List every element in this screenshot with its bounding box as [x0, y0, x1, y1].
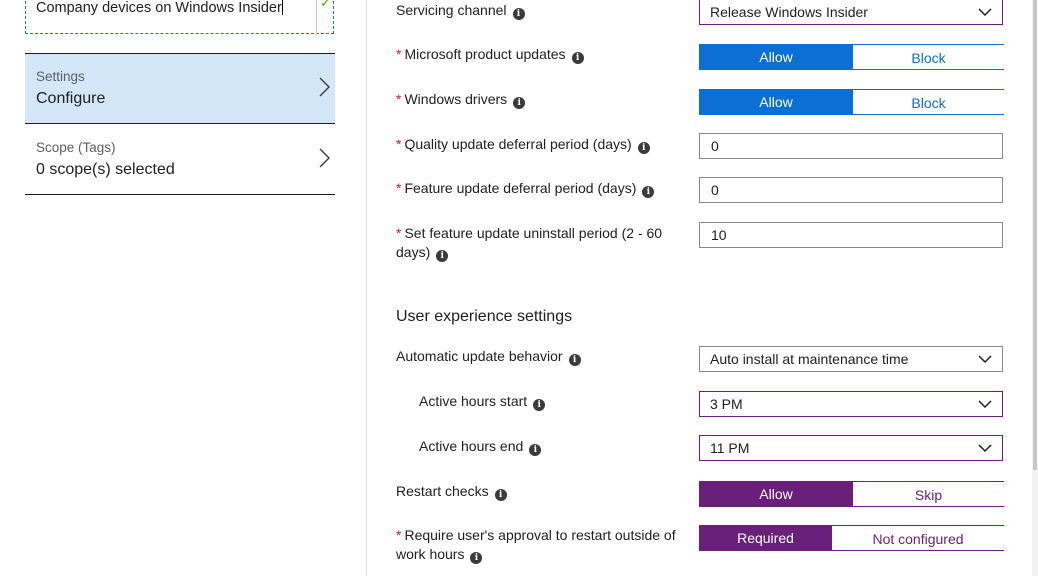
active-hours-start-value: 3 PM	[710, 396, 743, 412]
required-option[interactable]: Required	[699, 525, 832, 551]
feature-deferral-value: 0	[711, 182, 719, 198]
quality-deferral-value: 0	[711, 138, 719, 154]
info-icon[interactable]: i	[642, 186, 655, 198]
ms-product-updates-toggle: Allow Block	[699, 44, 1004, 70]
block-option[interactable]: Block	[853, 89, 1004, 115]
settings-label: Settings	[36, 69, 85, 84]
uninstall-period-label: * Set feature update uninstall period (2 …	[396, 225, 663, 262]
servicing-channel-label: Servicing channel i	[396, 1, 525, 20]
scrollbar-thumb[interactable]	[1033, 0, 1037, 470]
not-configured-option[interactable]: Not configured	[832, 525, 1004, 551]
chevron-down-icon	[978, 444, 992, 453]
ms-product-updates-label: * Microsoft product updates i	[396, 45, 584, 64]
chevron-down-icon	[978, 400, 992, 409]
info-icon[interactable]: i	[637, 142, 650, 154]
scope-tags-value: 0 scope(s) selected	[36, 161, 175, 178]
feature-deferral-label: * Feature update deferral period (days) i	[396, 179, 655, 198]
block-option[interactable]: Block	[853, 44, 1004, 70]
info-icon[interactable]: i	[529, 444, 542, 456]
info-icon[interactable]: i	[470, 552, 483, 564]
info-icon[interactable]: i	[571, 52, 584, 64]
info-icon[interactable]: i	[494, 489, 507, 501]
quality-deferral-input[interactable]: 0	[699, 133, 1003, 159]
active-hours-end-select[interactable]: 11 PM	[699, 435, 1003, 461]
scope-tags-label: Scope (Tags)	[36, 140, 116, 155]
ux-section-title: User experience settings	[396, 308, 573, 325]
active-hours-end-value: 11 PM	[710, 440, 750, 456]
settings-value: Configure	[36, 90, 106, 107]
uninstall-period-input[interactable]: 10	[699, 222, 1003, 248]
windows-drivers-label: * Windows drivers i	[396, 90, 526, 109]
require-approval-label: * Require user's approval to restart outs…	[396, 527, 676, 564]
active-hours-start-label: Active hours start i	[419, 392, 546, 411]
require-approval-toggle: Required Not configured	[699, 525, 1004, 551]
servicing-channel-select[interactable]: Release Windows Insider	[699, 0, 1003, 25]
settings-nav-item[interactable]: Settings Configure	[25, 54, 335, 124]
skip-option[interactable]: Skip	[853, 481, 1004, 507]
info-icon[interactable]: i	[513, 97, 526, 109]
chevron-down-icon	[978, 355, 992, 364]
scope-tags-nav-item[interactable]: Scope (Tags) 0 scope(s) selected	[25, 125, 335, 195]
uninstall-period-value: 10	[711, 227, 727, 243]
checkmark-icon: ✓	[320, 0, 331, 10]
scrollbar[interactable]	[1032, 0, 1038, 576]
profile-name-input[interactable]: Company devices on Windows Insider ✓	[25, 0, 334, 35]
auto-update-behavior-label: Automatic update behavior i	[396, 347, 581, 366]
profile-name-value: Company devices on Windows Insider	[36, 0, 283, 16]
active-hours-start-select[interactable]: 3 PM	[699, 391, 1003, 417]
info-icon[interactable]: i	[512, 8, 525, 20]
settings-blade: Company devices on Windows Insider ✓ Set…	[0, 0, 366, 576]
restart-checks-label: Restart checks i	[396, 482, 507, 501]
quality-deferral-label: * Quality update deferral period (days) i	[396, 135, 650, 154]
allow-option[interactable]: Allow	[699, 481, 853, 507]
chevron-down-icon	[978, 8, 992, 17]
auto-update-behavior-value: Auto install at maintenance time	[710, 351, 909, 367]
allow-option[interactable]: Allow	[699, 89, 853, 115]
info-icon[interactable]: i	[568, 354, 581, 366]
servicing-channel-value: Release Windows Insider	[710, 4, 868, 20]
feature-deferral-input[interactable]: 0	[699, 177, 1003, 203]
blade-divider	[366, 0, 367, 576]
restart-checks-toggle: Allow Skip	[699, 481, 1004, 507]
chevron-right-icon	[319, 148, 330, 168]
active-hours-end-label: Active hours end i	[419, 437, 542, 456]
info-icon[interactable]: i	[436, 250, 449, 262]
auto-update-behavior-select[interactable]: Auto install at maintenance time	[699, 346, 1003, 372]
chevron-right-icon	[319, 77, 330, 97]
allow-option[interactable]: Allow	[699, 44, 853, 70]
windows-drivers-toggle: Allow Block	[699, 89, 1004, 115]
input-separator	[316, 0, 317, 35]
info-icon[interactable]: i	[533, 399, 546, 411]
